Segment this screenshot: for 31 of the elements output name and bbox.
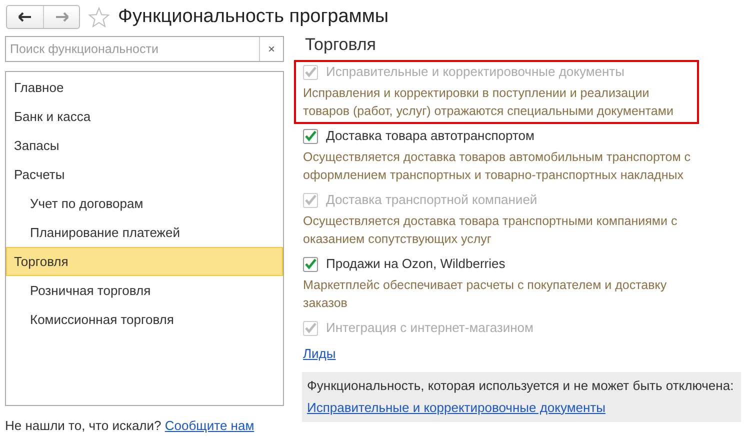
section-item[interactable]: Планирование платежей <box>6 218 283 247</box>
section-item[interactable]: Торговля <box>6 247 283 276</box>
option-description: Маркетплейс обеспечивает расчеты с покупателем и доставку заказов <box>303 277 668 312</box>
window-title: Функциональность программы <box>118 4 389 29</box>
option-label: Продажи на Ozon, Wildberries <box>326 255 506 273</box>
section-item[interactable]: Главное <box>6 73 283 102</box>
search-field[interactable]: Поиск функциональности × <box>5 36 284 62</box>
section-heading: Торговля <box>305 34 378 56</box>
section-item[interactable]: Комиссионная торговля <box>6 305 283 334</box>
feedback-link[interactable]: Сообщите нам <box>164 418 254 433</box>
checkbox[interactable] <box>303 256 318 272</box>
option-label: Исправительные и корректировочные документы <box>326 63 624 81</box>
star-icon[interactable] <box>88 6 110 28</box>
section-link[interactable]: Лиды <box>303 345 336 363</box>
checkbox[interactable] <box>303 128 318 144</box>
option-label: Доставка транспортной компанией <box>326 191 538 209</box>
back-arrow-icon <box>18 12 32 22</box>
section-item[interactable]: Расчеты <box>6 160 283 189</box>
option-label: Доставка товара автотранспортом <box>326 127 534 145</box>
section-item[interactable]: Розничная торговля <box>6 276 283 305</box>
section-item[interactable]: Учет по договорам <box>6 189 283 218</box>
feedback-text: Не нашли то, что искали? <box>5 418 162 433</box>
option-description: Исправления и корректировки в поступлении и реализации товаров (работ, услуг) отражаются специальными документами <box>303 85 674 120</box>
forward-arrow-icon <box>54 12 68 22</box>
option-description: Осуществляется доставка товаров автомобильным транспортом с оформлением транспортных и товарно-транспортных накладных <box>303 149 692 184</box>
option-description: Осуществляется доставка товара транспортными компаниями с оказанием сопутствующих услуг <box>303 213 678 248</box>
info-text: Функциональность, которая используется и не может быть отключена: <box>307 376 735 394</box>
section-item[interactable]: Запасы <box>6 131 283 160</box>
option-label: Интеграция с интернет-магазином <box>326 319 534 337</box>
section-item[interactable]: Банк и касса <box>6 102 283 131</box>
feature-link[interactable]: Исправительные и корректировочные документы <box>307 400 606 414</box>
